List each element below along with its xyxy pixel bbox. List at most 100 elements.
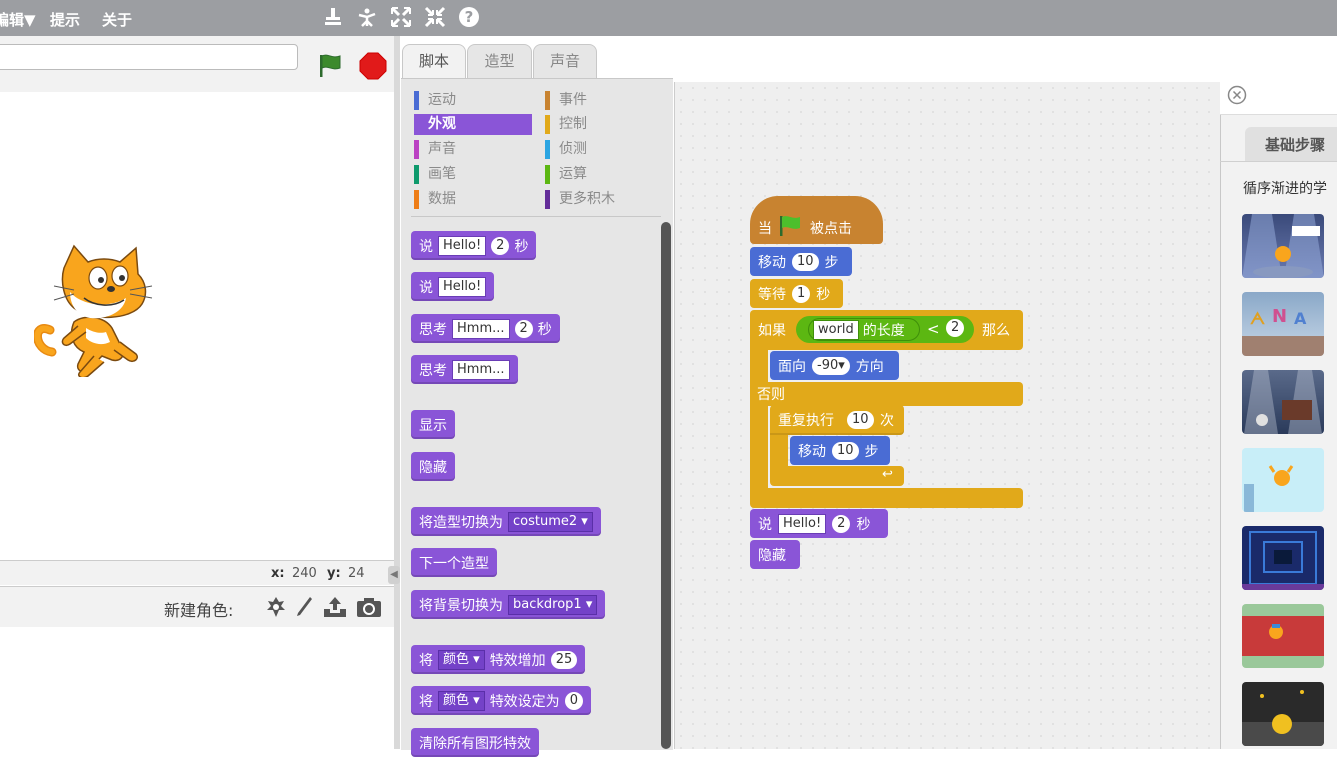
stage-canvas[interactable] [0,92,395,561]
category-pen[interactable]: 画笔 [414,164,532,185]
shrink-icon[interactable] [424,6,446,33]
block-say-for-secs[interactable]: 说 Hello! 2 秒 [750,509,888,538]
category-label: 画笔 [428,166,456,182]
else-label: 否则 [757,387,785,403]
menu-about[interactable]: 关于 [102,9,132,30]
tutorial-thumbnail[interactable] [1242,604,1324,668]
category-sensing[interactable]: 侦测 [545,139,663,160]
number-input[interactable]: 10 [832,441,859,460]
tutorial-thumbnail[interactable] [1242,370,1324,434]
number-input[interactable]: 25 [550,650,578,669]
mouse-x-value: 240 [292,566,317,581]
effect-dropdown[interactable]: 颜色 ▾ [438,649,485,670]
block-switch-costume[interactable]: 将造型切换为 costume2 ▾ [411,507,601,536]
block-clear-effects[interactable]: 清除所有图形特效 [411,728,539,757]
category-sound[interactable]: 声音 [414,139,532,160]
block-label: 移动 [798,443,826,460]
loop-arrow-icon: ↩ [882,467,893,482]
block-hide[interactable]: 隐藏 [411,452,455,481]
block-label: 将 [419,652,433,669]
upload-icon[interactable] [322,595,348,623]
tutorial-thumbnail[interactable]: ᗅNA [1242,292,1324,356]
cat-sprite[interactable] [33,242,159,381]
pane-splitter[interactable]: ◀ [388,36,400,749]
backdrop-dropdown[interactable]: backdrop1 ▾ [508,594,598,615]
category-motion[interactable]: 运动 [414,90,532,111]
tutorial-thumbnail[interactable] [1242,682,1324,746]
tutorial-thumbnail[interactable] [1242,214,1324,278]
block-say-for-secs[interactable]: 说 Hello! 2 秒 [411,231,537,260]
block-label: 特效设定为 [489,693,560,710]
collapse-stage-icon[interactable]: ◀ [388,566,400,584]
block-think-for-secs[interactable]: 思考 Hmm... 2 秒 [411,314,560,343]
project-title-input[interactable] [0,44,298,70]
sprite-library-icon[interactable] [264,595,288,623]
tutorial-thumbnail[interactable] [1242,448,1324,512]
block-hide[interactable]: 隐藏 [750,540,800,569]
number-input[interactable]: 1 [792,284,811,303]
block-say[interactable]: 说 Hello! [411,272,495,301]
text-input[interactable]: Hello! [438,276,487,297]
category-color-swatch [414,190,419,209]
duplicate-icon[interactable] [322,6,344,33]
category-label: 运动 [428,92,456,108]
block-think[interactable]: 思考 Hmm... [411,355,518,384]
block-label: 下一个造型 [419,555,489,572]
help-icon[interactable]: ? [458,6,480,33]
direction-dropdown[interactable]: -90▾ [812,356,850,375]
block-when-flag-clicked[interactable]: 当 被点击 [750,196,883,244]
block-wait-secs[interactable]: 等待 1 秒 [750,279,843,308]
category-control[interactable]: 控制 [545,114,663,135]
block-next-costume[interactable]: 下一个造型 [411,548,497,577]
category-more-blocks[interactable]: 更多积木 [545,189,663,210]
category-color-swatch [545,165,550,184]
palette-scrollbar[interactable] [661,222,671,749]
block-switch-backdrop[interactable]: 将背景切换为 backdrop1 ▾ [411,590,606,619]
tutorial-thumbnail[interactable] [1242,526,1324,590]
tab-costumes[interactable]: 造型 [467,44,532,79]
category-data[interactable]: 数据 [414,189,532,210]
category-looks[interactable]: 外观 [414,114,532,135]
text-input[interactable]: Hello! [778,513,827,534]
block-point-direction[interactable]: 面向 -90▾ 方向 [770,351,899,380]
tab-sounds[interactable]: 声音 [533,44,597,79]
delete-icon[interactable] [356,6,378,33]
dropdown-value: costume2 [513,513,578,529]
paint-brush-icon[interactable] [292,595,314,623]
number-input[interactable]: 2 [514,319,533,338]
category-events[interactable]: 事件 [545,90,663,111]
camera-icon[interactable] [355,595,383,623]
number-input[interactable]: 10 [792,252,819,271]
block-label: 步 [864,443,879,460]
block-set-effect[interactable]: 将 颜色 ▾ 特效设定为 0 [411,686,591,715]
text-input[interactable]: world [813,319,859,340]
category-operators[interactable]: 运算 [545,164,663,185]
text-input[interactable]: Hmm... [452,359,510,380]
grow-icon[interactable] [390,6,412,33]
tab-scripts[interactable]: 脚本 [402,44,466,80]
block-length-of[interactable]: world 的长度 [808,318,920,341]
effect-dropdown[interactable]: 颜色 ▾ [438,690,485,711]
block-change-effect[interactable]: 将 颜色 ▾ 特效增加 25 [411,645,586,674]
number-input[interactable]: 0 [564,691,583,710]
block-label: 说 [419,238,433,255]
text-input[interactable]: Hmm... [452,318,510,339]
block-show[interactable]: 显示 [411,410,455,439]
green-flag-icon [778,214,804,242]
menu-edit[interactable]: 编辑▼ [0,9,36,30]
category-color-swatch [545,115,550,134]
close-icon[interactable] [1227,85,1247,109]
green-flag-icon[interactable] [317,52,345,84]
costume-dropdown[interactable]: costume2 ▾ [508,511,593,532]
category-label: 更多积木 [559,191,615,207]
number-input[interactable]: 2 [491,236,510,255]
block-move-steps[interactable]: 移动 10 步 [790,436,890,465]
menu-tips[interactable]: 提示 [50,9,80,30]
number-input[interactable]: 2 [832,514,851,533]
number-input[interactable]: 10 [847,411,874,429]
block-move-steps[interactable]: 移动 10 步 [750,247,852,276]
stop-icon[interactable] [359,52,387,84]
text-input[interactable]: Hello! [438,235,487,256]
tips-tab-getting-started[interactable]: 基础步骤 [1245,127,1337,161]
if-else-middle [750,382,1023,406]
